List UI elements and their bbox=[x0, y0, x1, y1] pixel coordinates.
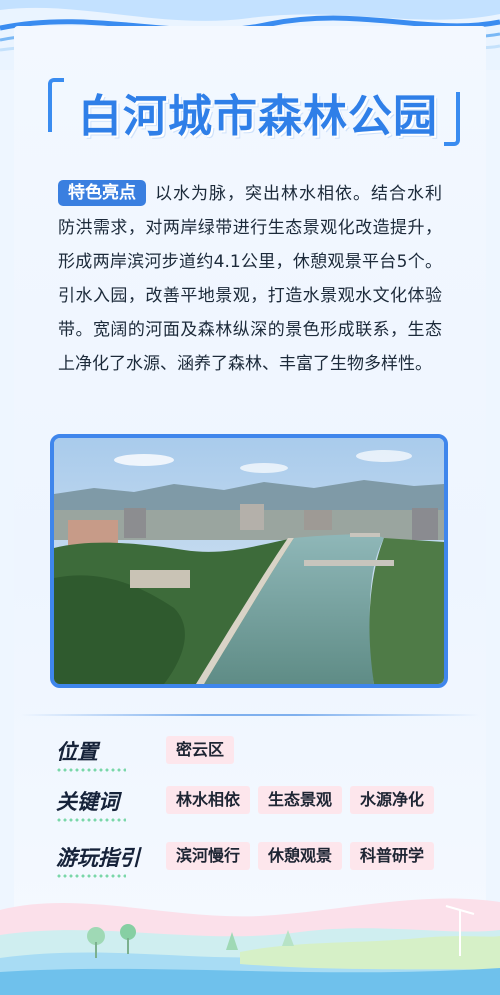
location-label: 位置 bbox=[56, 736, 126, 772]
section-divider bbox=[20, 714, 480, 716]
keywords-label: 关键词 bbox=[56, 786, 126, 822]
guide-pill: 科普研学 bbox=[350, 842, 435, 870]
title-block: 白河城市森林公园 bbox=[40, 70, 460, 160]
info-row-keywords: 关键词 林水相依 生态景观 水源净化 bbox=[56, 786, 476, 822]
bottom-landscape-decoration bbox=[0, 898, 500, 995]
keyword-pill: 生态景观 bbox=[258, 786, 343, 814]
guide-pill: 休憩观景 bbox=[258, 842, 343, 870]
keyword-pill: 水源净化 bbox=[350, 786, 435, 814]
info-row-location: 位置 密云区 bbox=[56, 736, 476, 772]
highlight-description: 特色亮点 以水为脉，突出林水相依。结合水利防洪需求，对两岸绿带进行生态景观化改造提… bbox=[58, 177, 442, 381]
highlight-text: 以水为脉，突出林水相依。结合水利防洪需求，对两岸绿带进行生态景观化改造提升，形成… bbox=[58, 184, 442, 374]
park-photo bbox=[50, 434, 448, 688]
highlight-tag: 特色亮点 bbox=[58, 180, 146, 206]
info-row-guide: 游玩指引 滨河慢行 休憩观景 科普研学 bbox=[56, 842, 476, 878]
title-bracket-right bbox=[444, 92, 460, 146]
keyword-pill: 林水相依 bbox=[166, 786, 251, 814]
page-title: 白河城市森林公园 bbox=[78, 91, 438, 142]
location-pill: 密云区 bbox=[166, 736, 235, 764]
guide-pill: 滨河慢行 bbox=[166, 842, 251, 870]
title-bracket-left bbox=[48, 78, 64, 132]
guide-label: 游玩指引 bbox=[56, 842, 140, 878]
